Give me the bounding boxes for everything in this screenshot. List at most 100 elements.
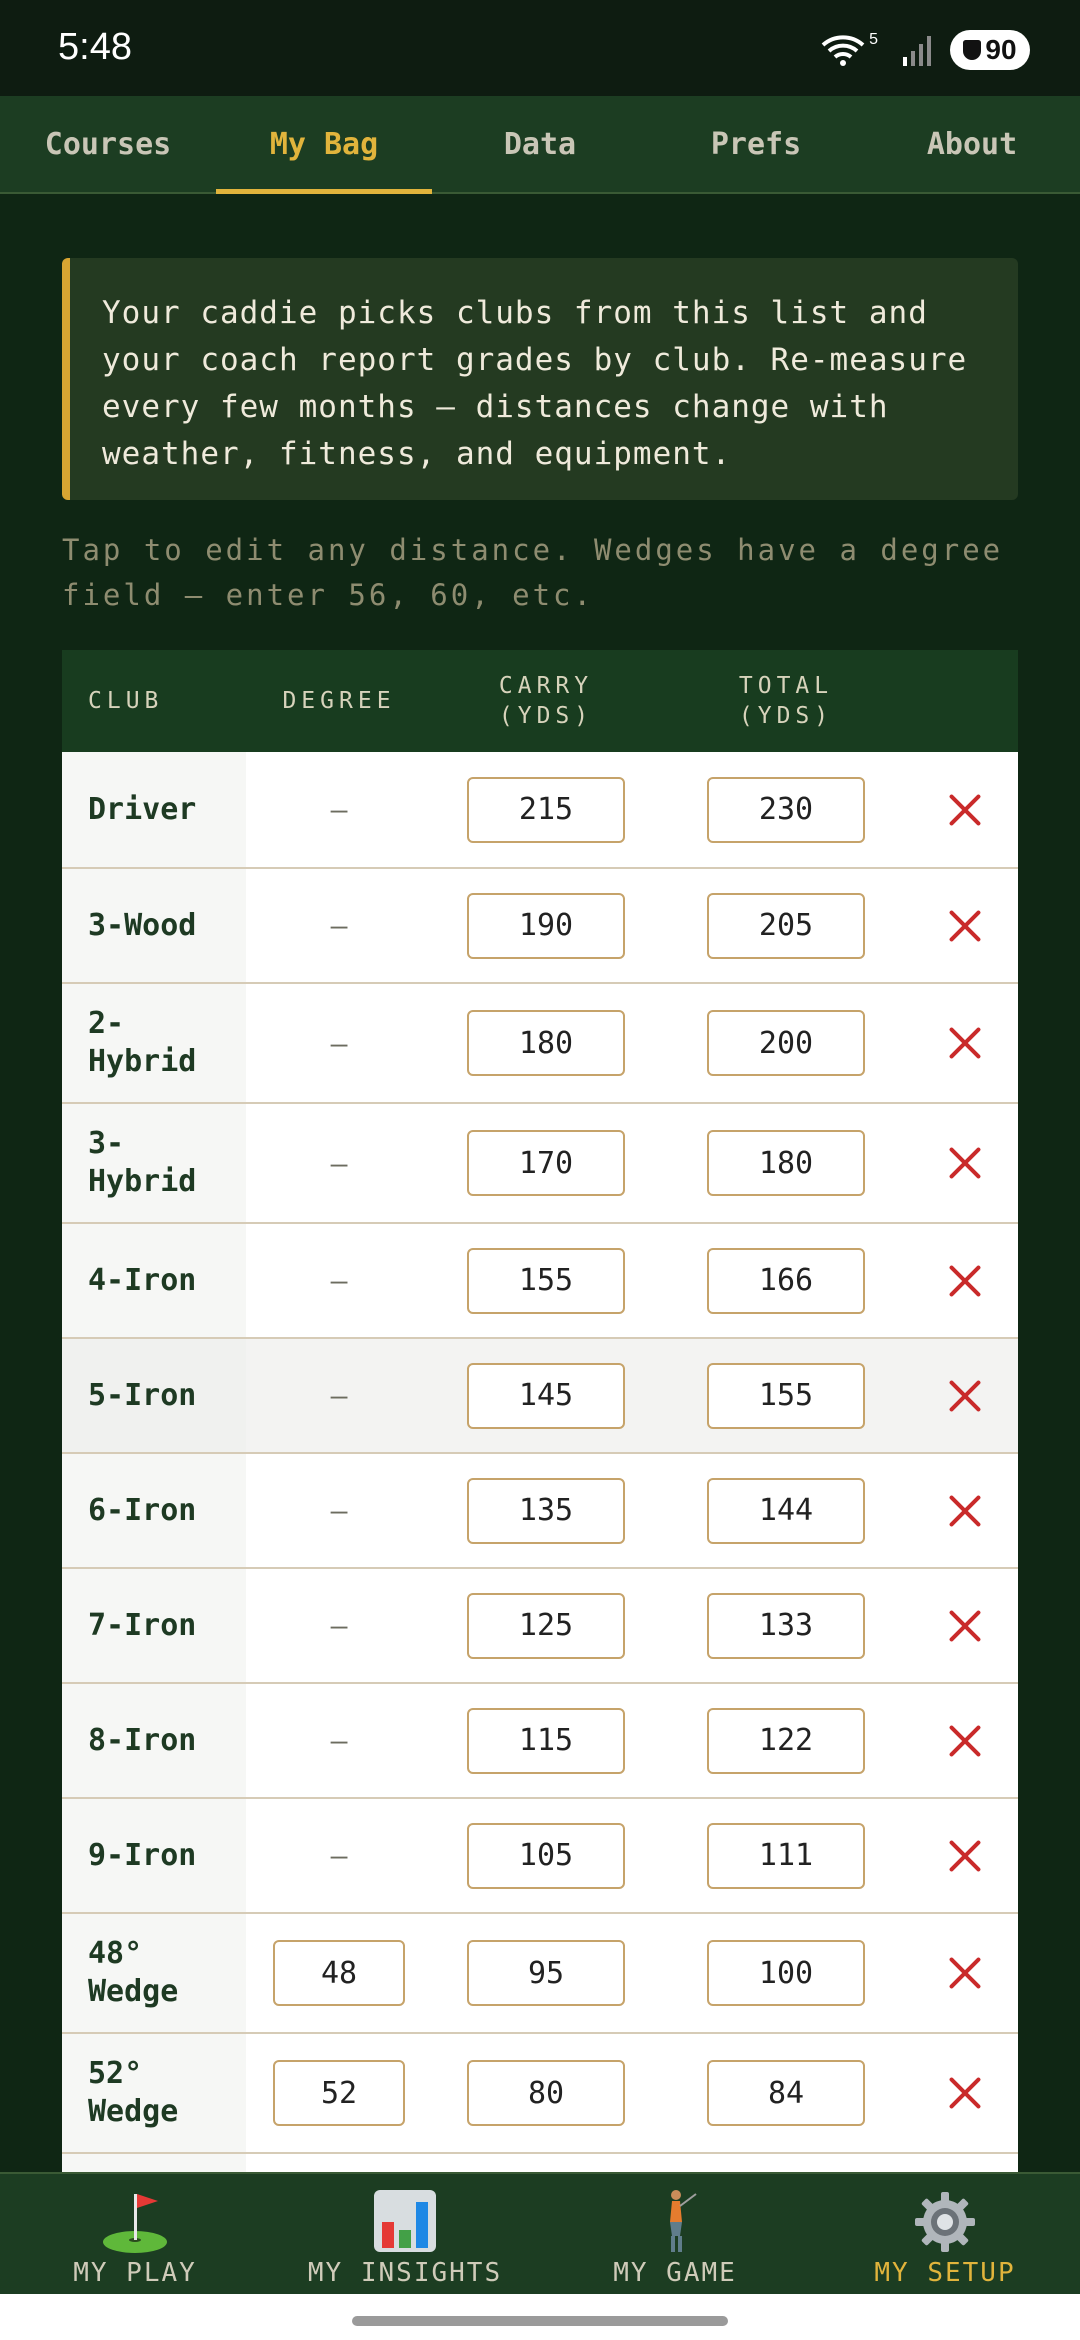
table-row: 8-Iron — 115 122 [62, 1684, 1018, 1799]
bar-chart-icon [370, 2188, 440, 2254]
carry-cell: 80 [432, 2060, 660, 2126]
total-input[interactable]: 122 [707, 1707, 865, 1774]
header-carry-label: CARRY [498, 673, 594, 699]
table-row: Driver — 215 230 [62, 752, 1018, 869]
nav-my-setup[interactable]: MY SETUP [810, 2174, 1080, 2294]
status-bar: 5:48 5 90 [0, 0, 1080, 96]
wifi-icon [821, 35, 865, 66]
carry-input[interactable]: 135 [467, 1477, 625, 1544]
total-cell: 84 [660, 2060, 912, 2126]
carry-cell: 135 [432, 1477, 660, 1544]
total-cell: 122 [660, 1707, 912, 1774]
carry-input[interactable]: 190 [467, 892, 625, 959]
nav-my-insights[interactable]: MY INSIGHTS [270, 2174, 540, 2294]
delete-club-button[interactable] [948, 1379, 982, 1413]
carry-input[interactable]: 105 [467, 1822, 625, 1889]
table-row: 9-Iron — 105 111 [62, 1799, 1018, 1914]
tab-data[interactable]: Data [432, 96, 648, 192]
delete-club-button[interactable] [948, 1839, 982, 1873]
carry-input[interactable]: 215 [467, 776, 625, 843]
carry-cell: 115 [432, 1707, 660, 1774]
carry-input[interactable]: 95 [467, 1940, 625, 2006]
tab-prefs[interactable]: Prefs [648, 96, 864, 192]
signal-icon [903, 36, 931, 66]
nav-my-play[interactable]: MY PLAY [0, 2174, 270, 2294]
total-input[interactable]: 200 [707, 1010, 865, 1076]
degree-cell: 52 [246, 2060, 432, 2126]
total-input[interactable]: 100 [707, 1940, 865, 2006]
total-input[interactable]: 84 [707, 2060, 865, 2126]
delete-cell [912, 1026, 1018, 1060]
header-total-label: TOTAL [738, 673, 834, 699]
degree-input[interactable]: 48 [273, 1940, 405, 2006]
delete-club-button[interactable] [948, 1264, 982, 1298]
delete-club-button[interactable] [948, 1494, 982, 1528]
total-cell: 133 [660, 1592, 912, 1659]
carry-input[interactable]: 125 [467, 1592, 625, 1659]
total-input[interactable]: 133 [707, 1592, 865, 1659]
carry-cell: 155 [432, 1247, 660, 1314]
carry-input[interactable]: 155 [467, 1247, 625, 1314]
total-input[interactable]: 155 [707, 1362, 865, 1429]
degree-empty: — [330, 1609, 348, 1642]
total-input[interactable]: 111 [707, 1822, 865, 1889]
carry-input[interactable]: 180 [467, 1010, 625, 1076]
degree-cell: — [246, 1264, 432, 1297]
club-name [62, 2154, 246, 2173]
degree-empty: — [330, 1146, 348, 1180]
tab-my-bag[interactable]: My Bag [216, 96, 432, 194]
carry-cell: 145 [432, 1362, 660, 1429]
tab-courses[interactable]: Courses [0, 96, 216, 192]
table-row: 7-Iron — 125 133 [62, 1569, 1018, 1684]
tab-about[interactable]: About [864, 96, 1080, 192]
total-input[interactable]: 230 [707, 776, 865, 843]
bottom-nav: MY PLAY MY INSIGHTS MY GAME MY SETUP [0, 2172, 1080, 2294]
delete-club-button[interactable] [948, 2076, 982, 2110]
club-name: 6-Iron [62, 1454, 246, 1567]
delete-club-button[interactable] [948, 793, 982, 827]
delete-club-button[interactable] [948, 1956, 982, 1990]
total-cell: 200 [660, 1010, 912, 1076]
carry-input[interactable]: 170 [467, 1130, 625, 1196]
header-degree: DEGREE [282, 688, 396, 714]
total-input[interactable]: 180 [707, 1130, 865, 1196]
degree-cell: — [246, 1724, 432, 1757]
total-input[interactable]: 166 [707, 1247, 865, 1314]
total-cell: 111 [660, 1822, 912, 1889]
degree-cell: — [246, 1494, 432, 1527]
carry-cell: 215 [432, 776, 660, 843]
home-indicator[interactable] [352, 2316, 728, 2326]
club-name: 5-Iron [62, 1339, 246, 1452]
delete-club-button[interactable] [948, 1026, 982, 1060]
degree-empty: — [330, 1839, 348, 1872]
degree-input[interactable]: 52 [273, 2060, 405, 2126]
club-name: 48° Wedge [62, 1914, 246, 2032]
delete-cell [912, 1724, 1018, 1758]
delete-cell [912, 1146, 1018, 1180]
top-tab-bar: Courses My Bag Data Prefs About [0, 96, 1080, 194]
carry-input[interactable]: 80 [467, 2060, 625, 2126]
nav-my-insights-label: MY INSIGHTS [307, 2258, 503, 2288]
carry-cell: 125 [432, 1592, 660, 1659]
total-cell: 230 [660, 776, 912, 843]
carry-input[interactable]: 115 [467, 1707, 625, 1774]
delete-club-button[interactable] [948, 1609, 982, 1643]
total-cell: 144 [660, 1477, 912, 1544]
carry-cell: 180 [432, 1010, 660, 1076]
total-cell: 180 [660, 1130, 912, 1196]
carry-cell: 95 [432, 1940, 660, 2006]
degree-empty: — [330, 1724, 348, 1757]
total-input[interactable]: 205 [707, 892, 865, 959]
delete-club-button[interactable] [948, 1724, 982, 1758]
total-cell: 205 [660, 892, 912, 959]
header-carry: CARRY (YDS) [432, 671, 660, 731]
carry-cell: 170 [432, 1130, 660, 1196]
total-cell: 166 [660, 1247, 912, 1314]
table-row: 5-Iron — 145 155 [62, 1339, 1018, 1454]
delete-club-button[interactable] [948, 1146, 982, 1180]
nav-my-game[interactable]: MY GAME [540, 2174, 810, 2294]
total-input[interactable]: 144 [707, 1477, 865, 1544]
carry-input[interactable]: 145 [467, 1362, 625, 1429]
delete-club-button[interactable] [948, 909, 982, 943]
degree-cell: — [246, 1839, 432, 1872]
